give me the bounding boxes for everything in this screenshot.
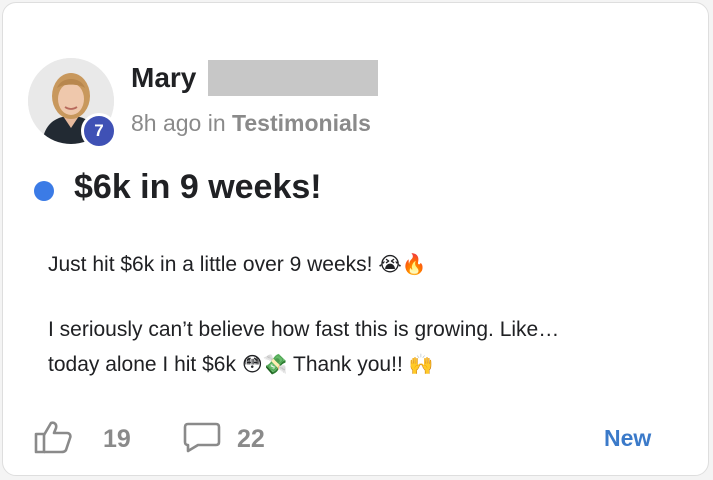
level-badge: 7 — [81, 113, 117, 149]
body-line-3: today alone I hit $6k 😳💸 Thank you!! 🙌 — [48, 352, 434, 377]
category-link[interactable]: Testimonials — [232, 110, 371, 136]
post-title[interactable]: $6k in 9 weeks! — [74, 168, 322, 207]
new-badge: New — [604, 425, 652, 451]
body-line-2-text: I seriously can’t believe how fast this … — [48, 318, 560, 341]
body-line-3-text-a: today alone I hit $6k — [48, 353, 236, 376]
speech-bubble-icon[interactable] — [183, 421, 221, 458]
like-count: 19 — [103, 425, 131, 453]
comment-count: 22 — [237, 425, 265, 453]
flushed-money-emoji: 😳💸 — [241, 352, 288, 376]
raised-hands-emoji: 🙌 — [408, 352, 434, 376]
name-redaction — [208, 60, 378, 96]
in-word: in — [207, 110, 226, 136]
crying-fire-emoji: 😭🔥 — [378, 252, 427, 276]
body-line-1: Just hit $6k in a little over 9 weeks! 😭… — [48, 252, 427, 277]
body-line-3-text-b: Thank you!! — [293, 353, 403, 376]
thumbs-up-icon[interactable] — [34, 420, 72, 459]
post-timestamp: 8h ago — [131, 110, 202, 136]
unread-dot — [34, 181, 54, 201]
body-line-2: I seriously can’t believe how fast this … — [48, 318, 559, 342]
body-line-1-text: Just hit $6k in a little over 9 weeks! — [48, 253, 373, 276]
post-meta: 8h ago in Testimonials — [131, 110, 371, 137]
author-name[interactable]: Mary — [131, 62, 196, 94]
